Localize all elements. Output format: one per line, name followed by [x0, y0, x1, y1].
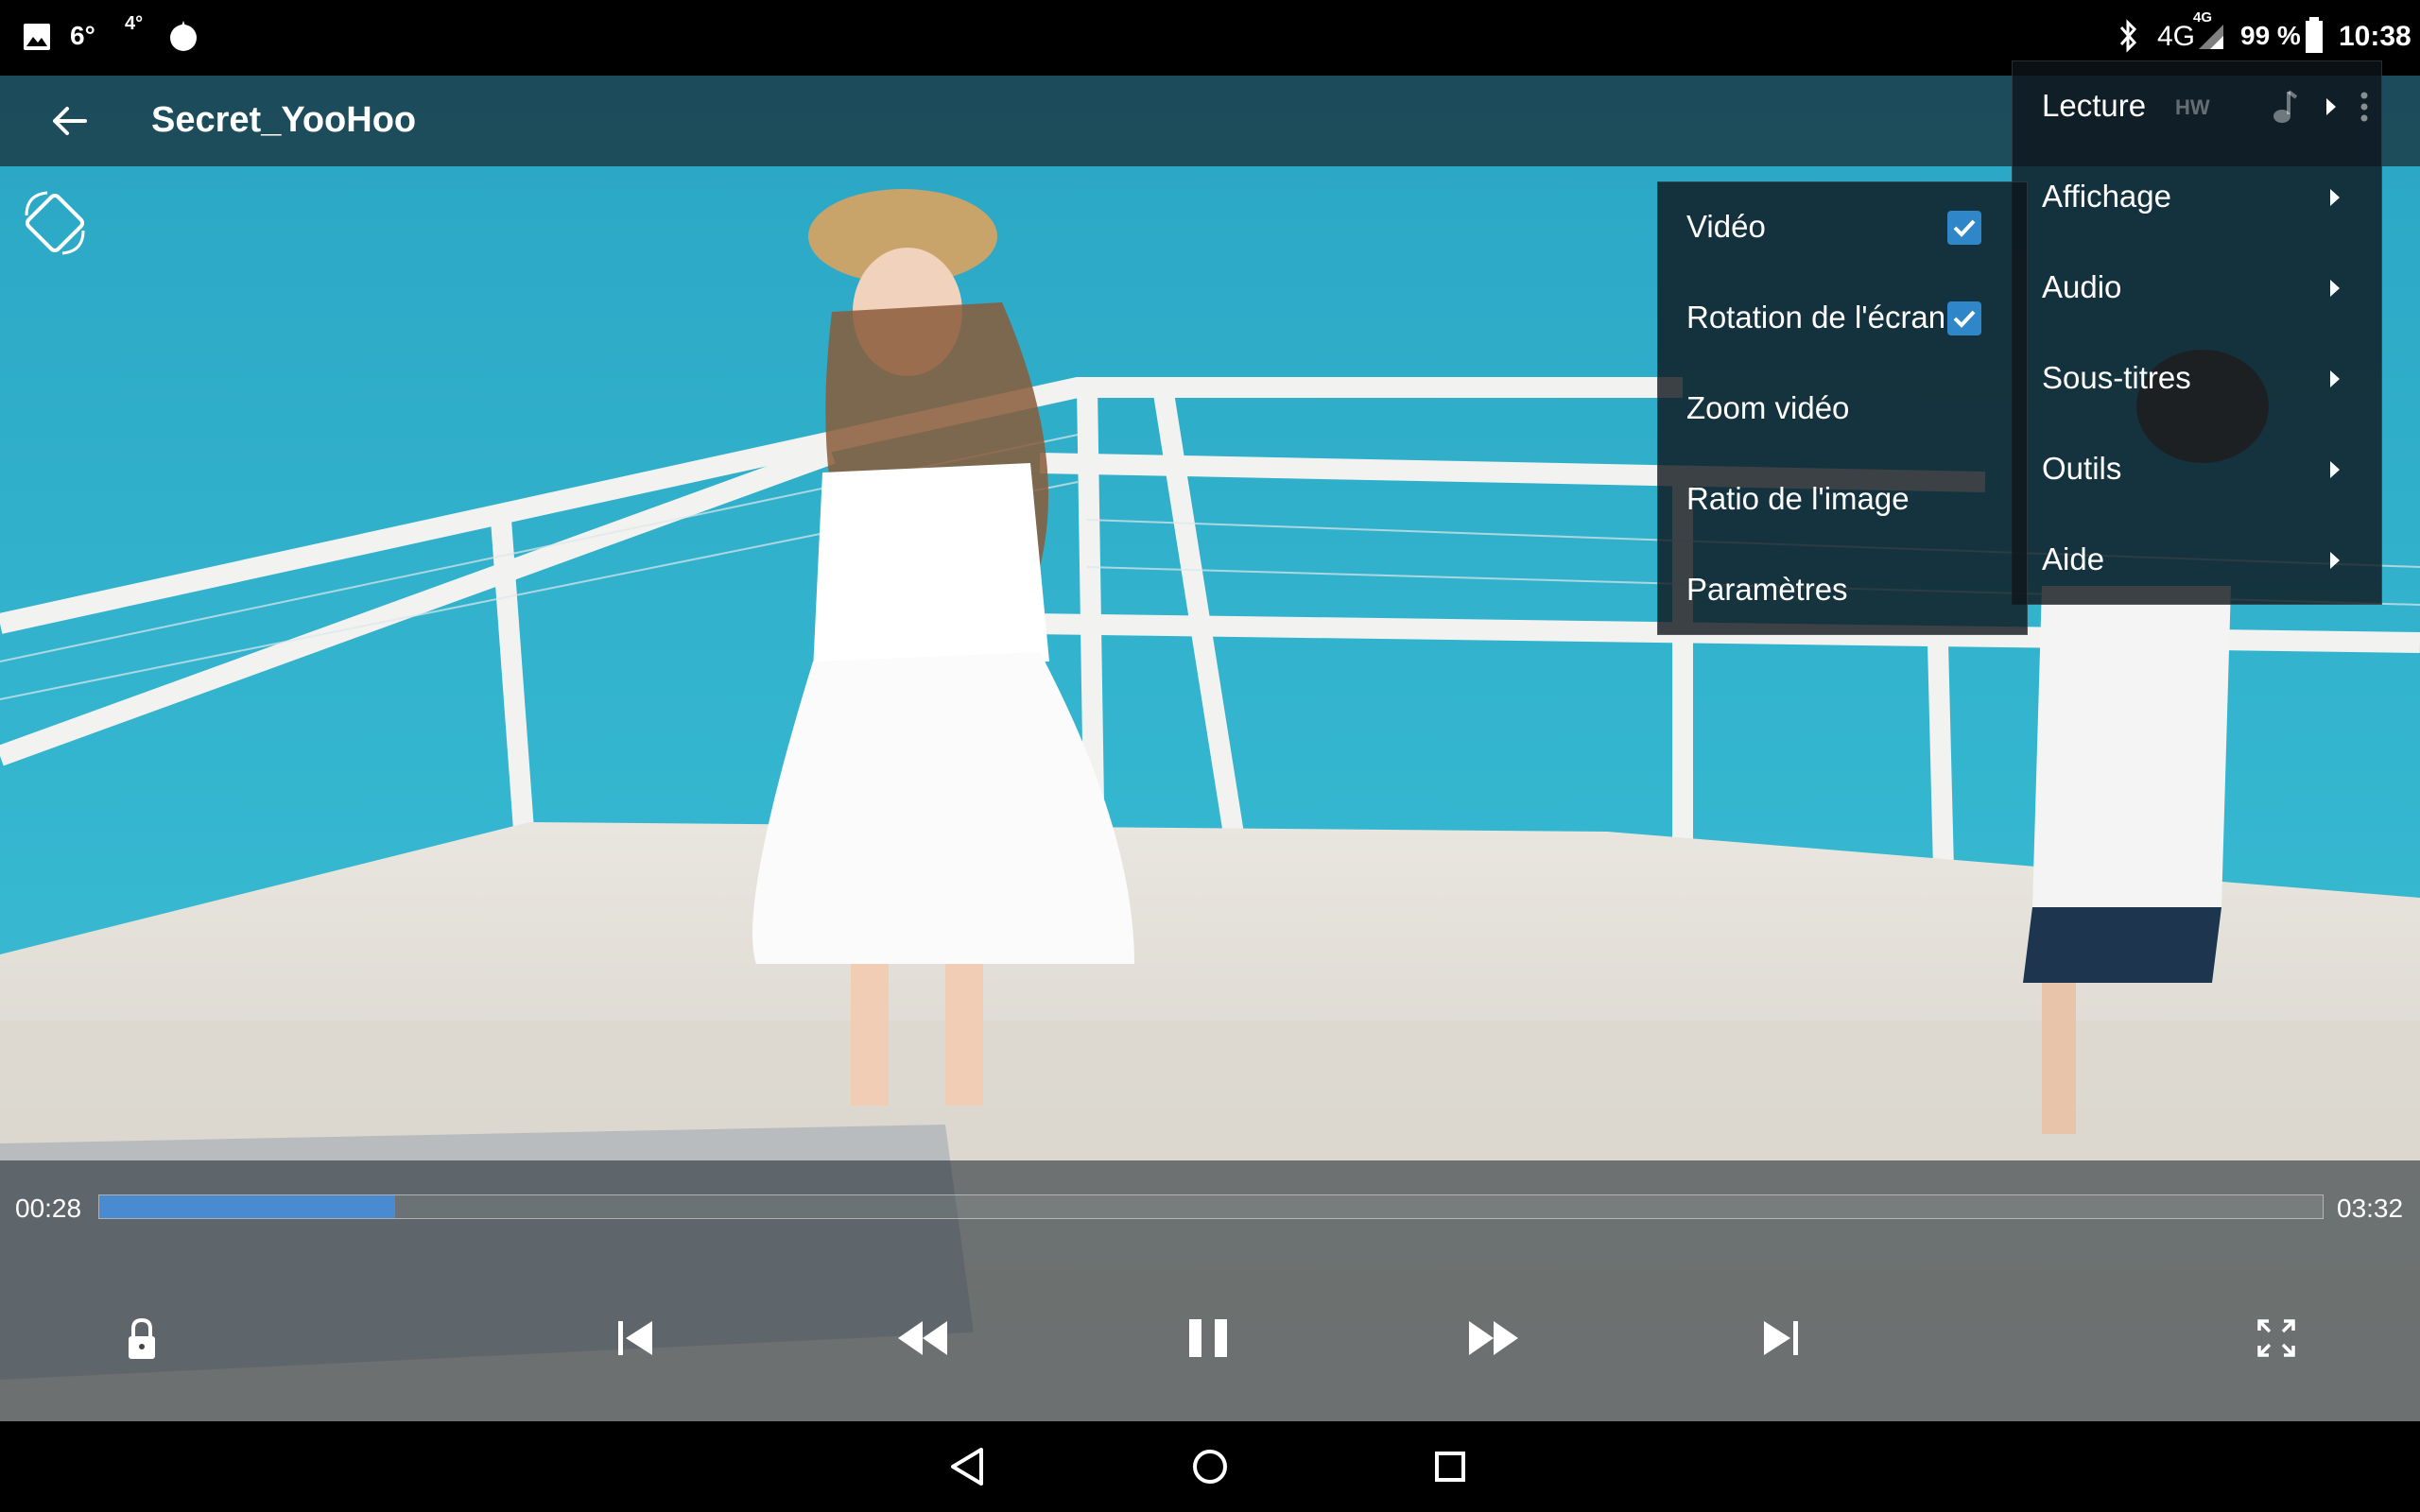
fast-forward-button[interactable]	[1456, 1300, 1531, 1376]
menu-item-aide[interactable]: Aide	[2013, 515, 2381, 606]
submenu-item-settings[interactable]: Paramètres	[1658, 545, 2027, 636]
submenu-item-video[interactable]: Vidéo	[1658, 182, 2027, 273]
fullscreen-button[interactable]	[2238, 1300, 2314, 1376]
skip-previous-icon	[618, 1321, 652, 1355]
submenu-item-rotation[interactable]: Rotation de l'écran	[1658, 273, 2027, 364]
submenu-item-label: Vidéo	[1686, 209, 1766, 244]
submenu-item-label: Zoom vidéo	[1686, 390, 1850, 425]
menu-item-label: Lecture	[2042, 88, 2147, 123]
menu-item-affichage[interactable]: Affichage	[2013, 152, 2381, 243]
lock-icon	[129, 1317, 155, 1359]
bluetooth-icon	[2119, 19, 2137, 53]
current-time: 00:28	[15, 1194, 82, 1223]
rotation-checkbox[interactable]	[1947, 301, 1981, 335]
hw-decoder-badge[interactable]: HW	[2175, 95, 2210, 120]
network-type: 4G	[2157, 21, 2196, 52]
video-title: Secret_YooHoo	[151, 100, 417, 140]
nav-home-button[interactable]	[1184, 1440, 1236, 1493]
menu-item-label: Sous-titres	[2042, 360, 2191, 395]
chevron-right-icon	[2330, 189, 2340, 206]
clock: 10:38	[2339, 21, 2411, 52]
lock-button[interactable]	[104, 1300, 180, 1376]
navigation-bar	[0, 1421, 2420, 1512]
previous-button[interactable]	[597, 1300, 673, 1376]
rewind-button[interactable]	[885, 1300, 960, 1376]
arrow-left-icon	[53, 107, 87, 135]
more-vertical-icon[interactable]	[2359, 90, 2370, 128]
seek-bar-progress	[99, 1195, 395, 1218]
submenu-item-zoom[interactable]: Zoom vidéo	[1658, 364, 2027, 455]
battery-percent: 99 %	[2240, 21, 2301, 50]
weather-temp: 6°	[70, 21, 95, 50]
battery-icon	[2306, 17, 2323, 53]
menu-item-label: Outils	[2042, 451, 2122, 486]
submenu-item-label: Rotation de l'écran	[1686, 300, 1946, 335]
next-button[interactable]	[1743, 1300, 1819, 1376]
gallery-notification-icon	[24, 24, 50, 50]
pause-icon	[1189, 1319, 1227, 1357]
nav-back-icon	[951, 1448, 983, 1486]
submenu-item-aspect-ratio[interactable]: Ratio de l'image	[1658, 455, 2027, 545]
chevron-right-icon	[2326, 98, 2336, 115]
screen-rotation-icon	[25, 191, 85, 255]
menu-item-label: Affichage	[2042, 179, 2171, 214]
chevron-right-icon	[2330, 552, 2340, 569]
weather-temp-small: 4°	[125, 13, 144, 34]
skip-next-icon	[1764, 1321, 1798, 1355]
menu-item-sous-titres[interactable]: Sous-titres	[2013, 334, 2381, 424]
pause-button[interactable]	[1170, 1300, 1246, 1376]
fullscreen-icon	[2257, 1319, 2295, 1357]
menu-item-label: Aide	[2042, 541, 2105, 576]
nav-recents-button[interactable]	[1424, 1440, 1477, 1493]
app-notification-icon	[170, 21, 197, 51]
checkmark-icon	[1953, 219, 1976, 237]
main-menu: Lecture HW Affichage Audio Sous-titres O…	[2012, 60, 2382, 605]
music-note-icon[interactable]	[2270, 88, 2298, 126]
chevron-right-icon	[2330, 461, 2340, 478]
nav-back-button[interactable]	[943, 1440, 996, 1493]
nav-recents-icon	[1435, 1452, 1465, 1482]
screen-rotation-button[interactable]	[19, 187, 91, 259]
nav-home-icon	[1193, 1450, 1227, 1484]
fast-forward-icon	[1469, 1321, 1518, 1355]
checkmark-icon	[1953, 310, 1976, 328]
chevron-right-icon	[2330, 370, 2340, 387]
signal-icon	[2199, 25, 2223, 49]
playback-controls: 00:28 03:32	[0, 1160, 2420, 1421]
total-time: 03:32	[2337, 1194, 2404, 1223]
menu-item-audio[interactable]: Audio	[2013, 243, 2381, 334]
menu-item-outils[interactable]: Outils	[2013, 424, 2381, 515]
video-checkbox[interactable]	[1947, 211, 1981, 245]
menu-item-lecture[interactable]: Lecture HW	[2013, 61, 2381, 152]
chevron-right-icon	[2330, 280, 2340, 297]
back-button[interactable]	[38, 89, 102, 153]
menu-item-label: Audio	[2042, 269, 2122, 304]
rewind-icon	[898, 1321, 947, 1355]
display-submenu: Vidéo Rotation de l'écran Zoom vidéo Rat…	[1657, 181, 2028, 635]
submenu-item-label: Ratio de l'image	[1686, 481, 1910, 516]
submenu-item-label: Paramètres	[1686, 572, 1848, 607]
seek-bar[interactable]	[98, 1194, 2324, 1219]
